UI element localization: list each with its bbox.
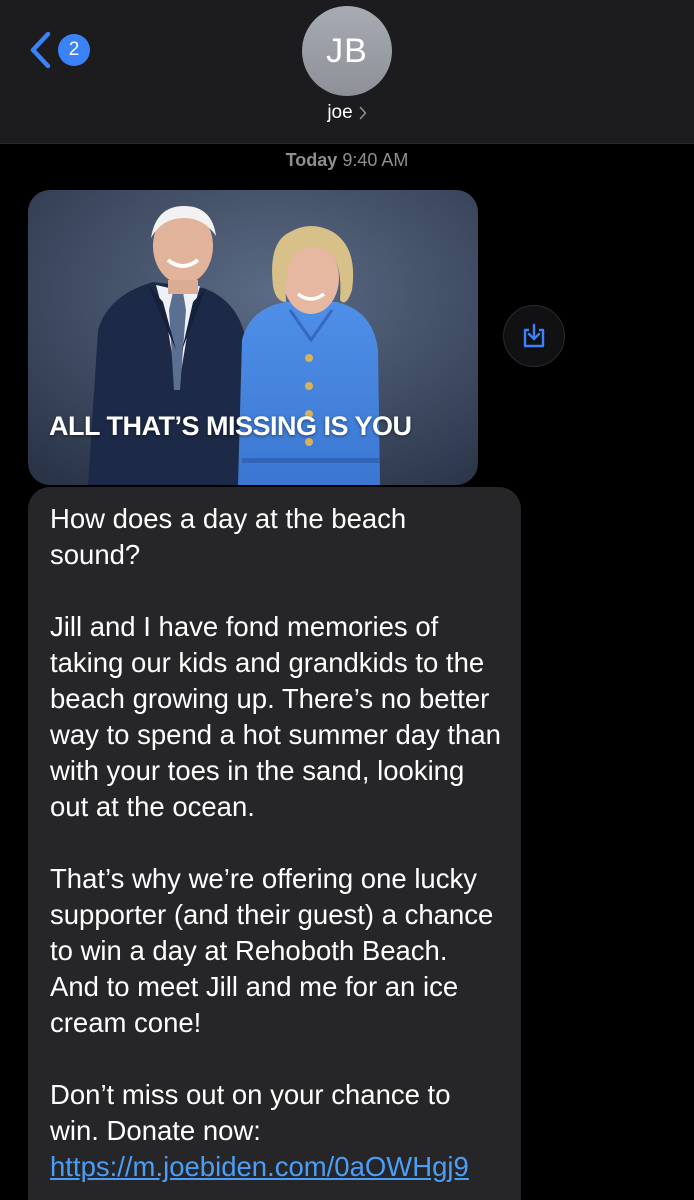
image-caption: ALL THAT’S MISSING IS YOU [49,411,412,441]
contact-avatar[interactable]: JB [302,6,392,96]
message-paragraph-1: How does a day at the beach sound? [50,503,407,570]
message-paragraph-2: Jill and I have fond memories of taking … [50,611,501,822]
message-paragraph-3: That’s why we’re offering one lucky supp… [50,863,494,1038]
save-image-button[interactable] [503,305,565,367]
contact-name-button[interactable]: joe [0,102,694,124]
chevron-left-icon [30,31,51,69]
back-button[interactable]: 2 [28,30,90,70]
donate-prompt-text: Don’t miss out on your chance to win. Do… [50,1079,451,1146]
conversation-header: 2 JB joe [0,0,694,144]
unread-count-badge: 2 [58,34,90,66]
timestamp-time: 9:40 AM [342,150,409,170]
save-download-icon [523,323,545,348]
donation-link[interactable]: https://m.joebiden.com/0aOWHgj9 [50,1151,469,1182]
chevron-right-icon [359,106,366,120]
message-paragraph-4: Don’t miss out on your chance to win. Do… [50,1077,501,1185]
image-attachment[interactable]: ALL THAT’S MISSING IS YOU [28,190,478,485]
timestamp-day: Today [285,150,338,170]
message-timestamp: Today 9:40 AM [0,150,694,171]
message-bubble[interactable]: How does a day at the beach sound? Jill … [28,487,521,1200]
contact-name-label: joe [327,102,353,123]
messages-screen: 2 JB joe Today 9:40 AM ALL THAT’S MISSIN… [0,0,694,1200]
